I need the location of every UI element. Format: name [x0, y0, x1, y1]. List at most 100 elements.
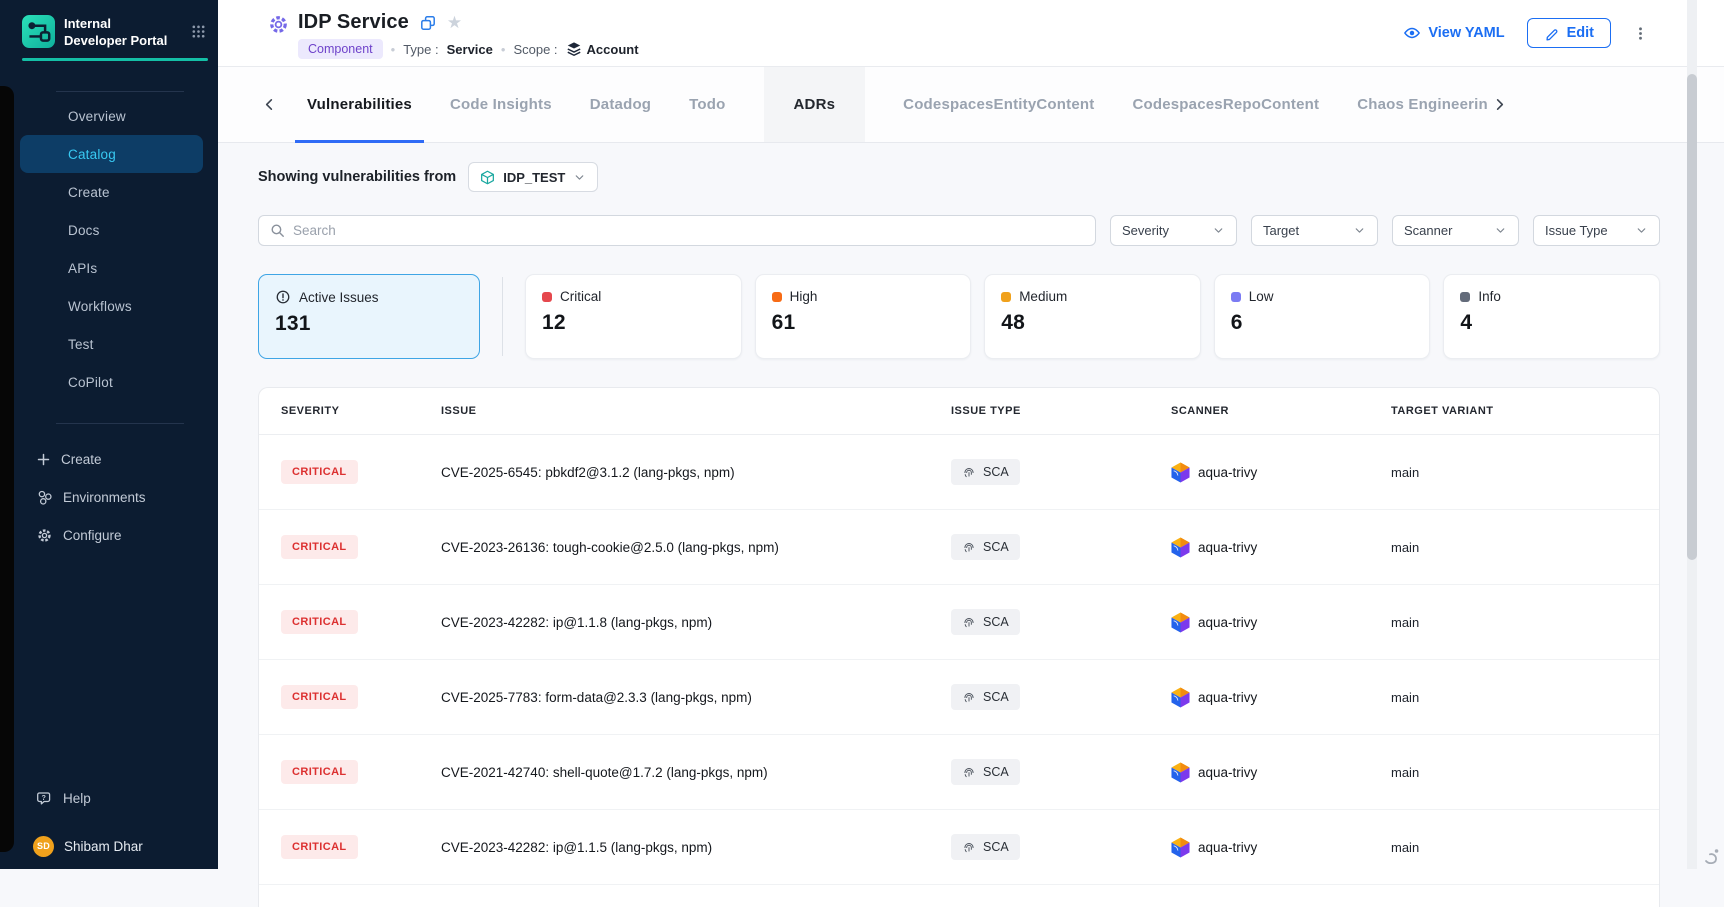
service-gear-icon [267, 13, 290, 36]
filter-scanner[interactable]: Scanner [1392, 215, 1519, 246]
tab-codespaces-repo-content[interactable]: CodespacesRepoContent [1132, 67, 1319, 142]
tab-todo[interactable]: Todo [689, 67, 725, 142]
severity-card-high[interactable]: High 61 [755, 274, 972, 359]
target-variant: main [1391, 840, 1659, 855]
col-scanner: Scanner [1171, 405, 1391, 417]
fingerprint-icon [962, 840, 976, 854]
issue-type-pill: SCA [951, 609, 1020, 635]
page-title: IDP Service [298, 11, 409, 34]
tab-adrs[interactable]: ADRs [764, 67, 866, 142]
avatar: SD [33, 836, 54, 857]
filter-target[interactable]: Target [1251, 215, 1378, 246]
brand-title: Internal Developer Portal [64, 15, 168, 49]
tab-chaos-engineering[interactable]: Chaos Engineerin [1357, 67, 1488, 142]
severity-badge: CRITICAL [281, 685, 358, 709]
active-issues-card[interactable]: Active Issues 131 [258, 274, 480, 359]
tabs-scroll-left-icon[interactable] [258, 93, 281, 116]
chevron-down-icon [1212, 224, 1225, 237]
sidebar-item-apis[interactable]: APIs [20, 249, 203, 287]
severity-card-info[interactable]: Info 4 [1443, 274, 1660, 359]
severity-badge: CRITICAL [281, 610, 358, 634]
apps-grid-icon[interactable] [191, 24, 206, 39]
filter-severity[interactable]: Severity [1110, 215, 1237, 246]
card-label: Medium [1019, 289, 1067, 304]
dot-separator: • [391, 42, 396, 57]
search-input[interactable] [293, 223, 1084, 238]
type-label: Type : [403, 42, 438, 57]
view-yaml-label: View YAML [1428, 25, 1504, 41]
cards-divider [502, 277, 503, 356]
sidebar-item-docs[interactable]: Docs [20, 211, 203, 249]
card-label: Active Issues [299, 290, 379, 305]
tab-datadog[interactable]: Datadog [590, 67, 651, 142]
star-icon[interactable]: ★ [447, 14, 462, 31]
sidebar-action-configure[interactable]: Configure [36, 516, 198, 554]
sidebar-divider [56, 91, 184, 92]
sidebar-item-workflows[interactable]: Workflows [20, 287, 203, 325]
copy-icon[interactable] [420, 15, 436, 31]
table-row[interactable]: CRITICAL CVE-2023-42282: ip@1.1.8 (lang-… [259, 585, 1659, 660]
sidebar-action-environments[interactable]: Environments [36, 478, 198, 516]
vertical-scrollbar[interactable] [1687, 0, 1697, 869]
card-label: Critical [560, 289, 601, 304]
user-menu[interactable]: SD Shibam Dhar [0, 831, 218, 861]
tab-code-insights[interactable]: Code Insights [450, 67, 552, 142]
severity-card-medium[interactable]: Medium 48 [984, 274, 1201, 359]
main-area: IDP Service ★ Component • Type : Service… [218, 0, 1724, 869]
search-icon [270, 223, 285, 238]
portal-logo-icon [22, 15, 55, 48]
tab-codespaces-entity-content[interactable]: CodespacesEntityContent [903, 67, 1094, 142]
issue-type-pill: SCA [951, 834, 1020, 860]
vuln-scope-dropdown[interactable]: IDP_TEST [468, 162, 598, 192]
sidebar-action-label: Configure [63, 528, 122, 543]
gear-icon [36, 527, 53, 544]
dot-separator: • [501, 42, 506, 57]
more-options-kebab-icon[interactable] [1633, 25, 1648, 42]
sidebar-item-catalog[interactable]: Catalog [20, 135, 203, 173]
sidebar: Internal Developer Portal Overview Catal… [0, 0, 218, 869]
col-severity: Severity [281, 405, 441, 417]
view-yaml-button[interactable]: View YAML [1403, 25, 1504, 41]
sidebar-nav: Overview Catalog Create Docs APIs Workfl… [20, 97, 203, 401]
sidebar-action-create[interactable]: Create [36, 440, 198, 478]
pencil-icon [1544, 26, 1559, 41]
vulnerabilities-panel: Showing vulnerabilities from IDP_TEST Se… [218, 162, 1724, 907]
fingerprint-icon [962, 690, 976, 704]
scrollbar-thumb[interactable] [1687, 74, 1697, 560]
edit-button[interactable]: Edit [1527, 18, 1611, 48]
fingerprint-icon [962, 615, 976, 629]
table-row[interactable]: CRITICAL CVE-2023-42282: ip@1.1.5 (lang-… [259, 810, 1659, 885]
sidebar-quick-actions: Create Environments Configure [0, 440, 218, 554]
sidebar-item-create[interactable]: Create [20, 173, 203, 211]
sidebar-item-overview[interactable]: Overview [20, 97, 203, 135]
tab-vulnerabilities[interactable]: Vulnerabilities [307, 67, 412, 142]
critical-count: 12 [542, 311, 725, 335]
low-count: 6 [1231, 311, 1414, 335]
sidebar-item-test[interactable]: Test [20, 325, 203, 363]
help-button[interactable]: Help [0, 779, 218, 817]
table-row[interactable]: CRITICAL CVE-2021-42740: shell-quote@1.7… [259, 735, 1659, 810]
card-label: Low [1249, 289, 1274, 304]
filter-label: Issue Type [1545, 223, 1608, 238]
scanner-cell: aqua-trivy [1171, 612, 1391, 633]
tabs-scroll-right-icon[interactable] [1488, 93, 1511, 116]
issue-type-pill: SCA [951, 759, 1020, 785]
table-row[interactable]: CRITICAL CVE-2025-6545: pbkdf2@3.1.2 (la… [259, 435, 1659, 510]
vuln-scope-value: IDP_TEST [503, 170, 565, 185]
severity-summary: Active Issues 131 Critical 12 High 61 [258, 274, 1660, 359]
severity-card-critical[interactable]: Critical 12 [525, 274, 742, 359]
table-header-row: Severity Issue Issue Type Scanner Target… [259, 388, 1659, 435]
filter-issue-type[interactable]: Issue Type [1533, 215, 1660, 246]
severity-card-low[interactable]: Low 6 [1214, 274, 1431, 359]
sidebar-item-copilot[interactable]: CoPilot [20, 363, 203, 401]
cube-icon [480, 170, 495, 185]
fingerprint-icon [962, 465, 976, 479]
aqua-trivy-icon [1171, 612, 1190, 633]
target-variant: main [1391, 465, 1659, 480]
severity-dot [1231, 292, 1241, 302]
scope-layers-icon [566, 41, 582, 57]
entity-kind-badge: Component [298, 39, 383, 59]
table-row[interactable]: CRITICAL CVE-2025-7783: form-data@2.3.3 … [259, 660, 1659, 735]
alert-circle-icon [275, 289, 291, 305]
table-row[interactable]: CRITICAL CVE-2023-26136: tough-cookie@2.… [259, 510, 1659, 585]
